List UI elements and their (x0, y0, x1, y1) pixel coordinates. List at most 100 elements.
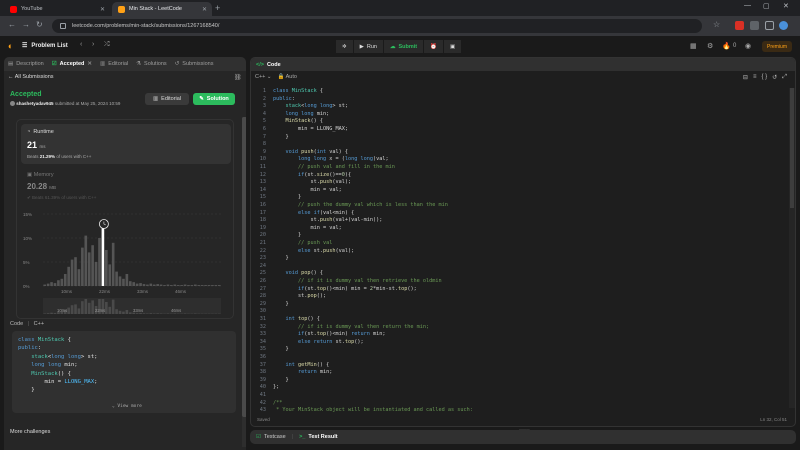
code-line[interactable]: public: (273, 96, 295, 104)
code-line[interactable]: min = val; (273, 187, 341, 195)
editor-scrollbar[interactable] (789, 88, 795, 408)
autosave-indicator[interactable]: 🔒 Auto (278, 74, 297, 80)
user-avatar-icon[interactable]: ◉ (745, 42, 751, 50)
code-line[interactable]: MinStack() { (273, 118, 324, 126)
settings-gear-icon[interactable]: ⚙ (707, 42, 713, 50)
tab-testcase[interactable]: ☑ Testcase (256, 434, 286, 440)
run-button[interactable]: ▶ Run (353, 40, 383, 53)
shuffle-icon[interactable]: ⤮ (104, 41, 110, 49)
code-line[interactable]: if(st.top()<min) min = 2*min-st.top(); (273, 286, 417, 294)
maximize-button[interactable]: ▢ (763, 2, 770, 10)
code-line[interactable]: // if it is dummy val then retrieve the … (273, 278, 442, 286)
timer-button[interactable]: ⏰ (424, 40, 443, 53)
streak-fire-icon[interactable]: 🔥 (722, 42, 731, 50)
editor-subbar: C++ ⌄ 🔒 Auto (255, 74, 297, 80)
code-line[interactable]: } (273, 255, 288, 263)
close-tab-icon[interactable]: ✕ (87, 61, 92, 67)
code-line[interactable]: stack<long long> st; (273, 103, 348, 111)
code-line[interactable]: } (273, 346, 288, 354)
next-problem-icon[interactable]: › (92, 41, 94, 48)
fullscreen-icon[interactable]: ⤢ (782, 74, 787, 81)
site-info-icon[interactable] (60, 23, 66, 29)
code-line[interactable]: long long min; (273, 111, 330, 119)
format-icon[interactable]: ≡ (753, 74, 757, 81)
code-line[interactable]: return min; (273, 369, 332, 377)
tab-editorial[interactable]: ▥ Editorial (100, 61, 128, 67)
problem-list-button[interactable]: ☰ Problem List (22, 42, 68, 50)
minimize-button[interactable]: — (744, 2, 751, 9)
code-line[interactable]: if(st.top()<min) return min; (273, 331, 386, 339)
window-close-button[interactable]: ✕ (783, 2, 789, 10)
code-line[interactable]: // push val (273, 240, 332, 248)
browser-tab-youtube[interactable]: YouTube ✕ (4, 2, 110, 16)
reload-icon[interactable]: ↻ (36, 20, 43, 29)
leetcode-logo-icon[interactable]: ◐ (8, 41, 17, 51)
code-line[interactable]: } (273, 377, 288, 385)
extension-gray-icon[interactable] (750, 21, 759, 30)
code-line[interactable]: // push val and fill in the min (273, 164, 395, 172)
layout-icon[interactable]: ▦ (690, 42, 697, 50)
tab-solutions[interactable]: ⚗ Solutions (136, 61, 167, 67)
code-line[interactable]: // if it is dummy val then return the mi… (273, 324, 429, 332)
view-more-button[interactable]: ⌄ View more (112, 403, 142, 411)
bookmark-star-icon[interactable]: ☆ (713, 20, 720, 29)
code-line[interactable]: class MinStack { (273, 88, 323, 96)
solution-button[interactable]: ✎ Solution (193, 93, 235, 105)
code-line[interactable]: else if(val<min) { (273, 210, 354, 218)
notes-button[interactable]: ▣ (443, 40, 462, 53)
code-line[interactable]: // push the dummy val which is less than… (273, 202, 448, 210)
code-line[interactable]: long long x = (long long)val; (273, 156, 389, 164)
reset-icon[interactable]: ↺ (772, 74, 777, 81)
code-line[interactable]: st.pop(); (273, 293, 326, 301)
runtime-distribution-chart[interactable]: 15% 10% 5% 0% 10ms 22ms 33ms 46ms 10ms 22ms 33ms 46… (21, 206, 231, 318)
language-select[interactable]: C++ ⌄ (255, 74, 272, 80)
code-line[interactable]: else st.push(val); (273, 248, 354, 256)
prev-problem-icon[interactable]: ‹ (80, 41, 82, 48)
code-line[interactable]: * Your MinStack object will be instantia… (273, 407, 473, 415)
premium-button[interactable]: Premium (762, 41, 793, 52)
back-icon[interactable]: ← (8, 20, 16, 29)
tab-test-result[interactable]: >_ Test Result (299, 434, 338, 440)
code-line[interactable]: st.push(val); (273, 179, 351, 187)
extension-red-icon[interactable] (735, 21, 744, 30)
username[interactable]: shashetyadav945 (16, 101, 53, 106)
code-line[interactable]: } (273, 134, 288, 142)
code-line[interactable]: st.push(val+(val-min)); (273, 217, 382, 225)
url-input[interactable]: leetcode.com/problems/min-stack/submissi… (52, 19, 702, 33)
code-line[interactable]: } (273, 194, 301, 202)
share-link-icon[interactable]: ⛓ (234, 74, 242, 81)
code-line[interactable]: else return st.top(); (273, 339, 364, 347)
tab-submissions[interactable]: ↺ Submissions (175, 61, 214, 67)
braces-icon[interactable]: { } (761, 74, 767, 81)
browser-tab-leetcode[interactable]: Min Stack - LeetCode ✕ (112, 2, 212, 16)
close-icon[interactable]: ✕ (202, 6, 207, 13)
code-line[interactable]: void push(int val) { (273, 149, 349, 157)
code-line[interactable]: min = LLONG_MAX; (273, 126, 348, 134)
tab-description[interactable]: ▤ Description (8, 61, 44, 67)
extensions-puzzle-icon[interactable] (765, 21, 774, 30)
profile-avatar[interactable] (779, 21, 788, 30)
code-line[interactable]: } (273, 232, 301, 240)
code-line[interactable]: int top() { (273, 316, 320, 324)
forward-icon[interactable]: → (22, 20, 30, 29)
code-line[interactable]: if(st.size()==0){ (273, 172, 351, 180)
code-line[interactable]: /** (273, 400, 282, 408)
close-icon[interactable]: ✕ (100, 6, 105, 13)
submit-button[interactable]: ☁ Submit (383, 40, 424, 53)
runtime-box[interactable]: ◔ Runtime 21 ms Beats 21.29% of users wit… (21, 124, 231, 164)
chart-bar (146, 284, 149, 286)
memory-title[interactable]: ▣ Memory (27, 172, 54, 178)
editorial-button[interactable]: ▥ Editorial (145, 93, 189, 105)
tab-accepted[interactable]: ☑ Accepted ✕ (52, 61, 92, 67)
bookmark-icon[interactable]: ⊟ (743, 74, 748, 81)
code-line[interactable]: void pop() { (273, 270, 324, 278)
code-line[interactable]: } (273, 301, 288, 309)
all-submissions-link[interactable]: ← All Submissions (8, 74, 54, 80)
debug-button[interactable]: ✲ (336, 40, 353, 53)
submitted-code-block[interactable]: class MinStack {public: stack<long long>… (12, 331, 236, 413)
new-tab-button[interactable]: + (215, 3, 220, 13)
code-line[interactable]: }; (273, 384, 279, 392)
code-line[interactable]: int getMin() { (273, 362, 330, 370)
code-line[interactable]: min = val; (273, 225, 341, 233)
left-scrollbar[interactable] (242, 117, 246, 447)
